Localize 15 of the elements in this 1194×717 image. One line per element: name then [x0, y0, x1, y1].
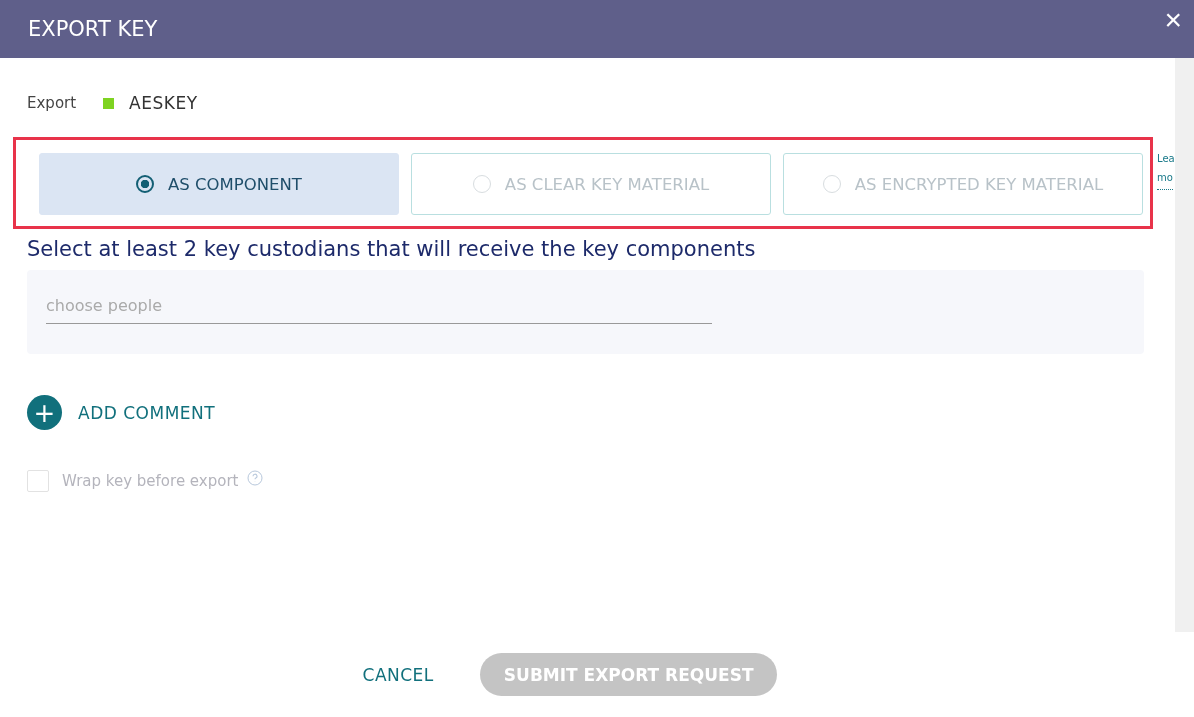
export-label: Export — [27, 94, 77, 112]
wrap-key-label: Wrap key before export — [62, 472, 239, 490]
learn-more-link[interactable]: mo — [1157, 172, 1175, 183]
choose-people-field[interactable]: choose people — [46, 290, 712, 324]
custodians-heading: Select at least 2 key custodians that will receive the key components — [27, 237, 757, 261]
export-option[interactable]: AS COMPONENT — [39, 153, 399, 215]
help-icon[interactable] — [247, 470, 264, 486]
add-comment-link[interactable]: ADD COMMENT — [78, 402, 216, 423]
learn-more-link[interactable]: Lea — [1157, 153, 1175, 164]
dialog-title: EXPORT KEY — [28, 17, 158, 41]
radio-icon — [136, 175, 155, 193]
cancel-button[interactable]: CANCEL — [356, 663, 440, 686]
close-button[interactable]: × — [1152, 5, 1194, 35]
add-comment-icon[interactable]: + — [27, 395, 62, 430]
key-name: AESKEY — [129, 93, 198, 113]
